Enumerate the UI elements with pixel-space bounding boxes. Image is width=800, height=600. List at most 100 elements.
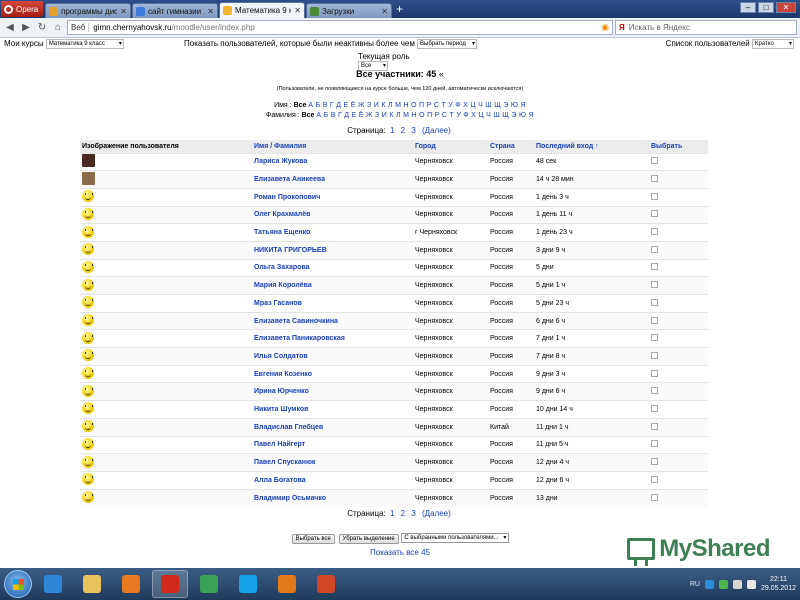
collapse-arrow-icon[interactable]: «	[439, 69, 444, 79]
smiley-avatar-icon[interactable]	[82, 243, 94, 256]
user-name-link[interactable]: Павел Найгерт	[252, 435, 413, 454]
select-checkbox[interactable]	[651, 210, 658, 218]
select-checkbox[interactable]	[651, 369, 658, 377]
new-tab-button[interactable]: +	[396, 3, 408, 16]
deselect-all-button[interactable]: Убрать выделение	[338, 533, 399, 544]
smiley-avatar-icon[interactable]	[82, 349, 94, 362]
user-name-link[interactable]: Елизавета Савиночкина	[252, 311, 413, 330]
user-name-link[interactable]: НИКИТА ГРИГОРЬЕВ	[252, 240, 413, 260]
smiley-avatar-icon[interactable]	[82, 207, 94, 220]
user-name-link[interactable]: Владимир Осьмачко	[252, 488, 413, 507]
taskbar-app[interactable]	[308, 570, 344, 598]
maximize-button[interactable]: □	[758, 2, 774, 13]
language-indicator[interactable]: RU	[690, 581, 700, 588]
smiley-avatar-icon[interactable]	[82, 190, 94, 203]
header-city[interactable]: Город	[413, 140, 488, 153]
select-checkbox[interactable]	[651, 316, 658, 324]
page-link-2[interactable]: 2	[401, 509, 405, 518]
user-name-link[interactable]: Лариса Жукова	[252, 152, 413, 171]
browser-tab-3[interactable]: Математика 9 кла...✕	[219, 2, 305, 18]
smiley-avatar-icon[interactable]	[82, 367, 94, 380]
select-checkbox[interactable]	[651, 298, 658, 306]
taskbar-app[interactable]	[152, 570, 188, 598]
feed-icon[interactable]: ◉	[601, 22, 609, 33]
user-name-link[interactable]: Ольга Захарова	[252, 258, 413, 277]
select-checkbox[interactable]	[651, 175, 658, 183]
user-name-link[interactable]: Мраз Гасанов	[252, 294, 413, 313]
search-input[interactable]: Я Искать в Яндекс	[615, 20, 797, 35]
smiley-avatar-icon[interactable]	[82, 314, 94, 327]
minimize-button[interactable]: –	[740, 2, 756, 13]
page-next-link[interactable]: (Далее)	[422, 509, 451, 518]
user-name-link[interactable]: Олег Крахмалёв	[252, 205, 413, 224]
last-name-all[interactable]: Все	[302, 112, 315, 119]
header-country[interactable]: Страна	[488, 140, 534, 153]
my-courses-select[interactable]: Математика 9 класс	[45, 39, 124, 49]
select-checkbox[interactable]	[651, 263, 658, 271]
taskbar-app[interactable]	[74, 570, 110, 598]
smiley-avatar-icon[interactable]	[82, 278, 94, 291]
smiley-avatar-icon[interactable]	[82, 384, 94, 397]
tab-close-icon[interactable]: ✕	[207, 7, 214, 16]
select-checkbox[interactable]	[651, 440, 658, 448]
select-checkbox[interactable]	[651, 192, 658, 200]
smiley-avatar-icon[interactable]	[82, 260, 94, 273]
smiley-avatar-icon[interactable]	[82, 420, 94, 433]
select-checkbox[interactable]	[651, 475, 658, 483]
url-field[interactable]: Веб gimn.chernyahovsk.ru/moodle/user/ind…	[67, 20, 613, 35]
page-link-2[interactable]: 2	[401, 126, 405, 135]
smiley-avatar-icon[interactable]	[82, 402, 94, 415]
smiley-avatar-icon[interactable]	[82, 455, 94, 468]
taskbar-app[interactable]	[113, 570, 149, 598]
page-link-3[interactable]: 3	[411, 126, 415, 135]
last-name-letters[interactable]: А Б В Г Д Е Ё Ж З И К Л М Н О П Р С Т У …	[316, 112, 534, 119]
clock[interactable]: 22:11 29.05.2012	[761, 575, 796, 593]
smiley-avatar-icon[interactable]	[82, 491, 94, 504]
browser-tab-4[interactable]: Загрузки ✕	[306, 3, 392, 18]
page-link-1[interactable]: 1	[390, 126, 394, 135]
bluetooth-icon[interactable]	[704, 579, 714, 589]
page-link-1[interactable]: 1	[390, 509, 394, 518]
browser-tab-1[interactable]: программы дист...✕	[45, 3, 131, 18]
select-checkbox[interactable]	[651, 351, 658, 359]
header-name[interactable]: Имя / Фамилия	[252, 140, 413, 153]
user-list-mode-select[interactable]: Кратко	[752, 39, 794, 49]
user-name-link[interactable]: Мария Королёва	[252, 276, 413, 295]
user-name-link[interactable]: Алла Богатова	[252, 470, 413, 490]
start-button[interactable]	[4, 570, 32, 598]
select-checkbox[interactable]	[651, 281, 658, 289]
opera-menu-button[interactable]: Opera	[1, 1, 43, 17]
smiley-avatar-icon[interactable]	[82, 331, 94, 344]
user-name-link[interactable]: Татьяна Ещенко	[252, 223, 413, 242]
select-checkbox[interactable]	[651, 387, 658, 395]
browser-tab-2[interactable]: сайт гимназии 2 ...✕	[132, 3, 218, 18]
tab-close-icon[interactable]: ✕	[120, 7, 127, 16]
taskbar-app[interactable]	[191, 570, 227, 598]
user-name-link[interactable]: Роман Прокопович	[252, 187, 413, 207]
select-checkbox[interactable]	[651, 228, 658, 236]
user-name-link[interactable]: Елизавета Паникаровская	[252, 329, 413, 348]
tray-app-icon[interactable]	[718, 579, 728, 589]
home-icon[interactable]: ⌂	[51, 21, 65, 35]
smiley-avatar-icon[interactable]	[82, 296, 94, 309]
volume-icon[interactable]	[746, 579, 756, 589]
select-checkbox[interactable]	[651, 245, 658, 253]
tab-close-icon[interactable]: ✕	[381, 7, 388, 16]
page-link-3[interactable]: 3	[411, 509, 415, 518]
user-name-link[interactable]: Елизавета Аникеева	[252, 170, 413, 189]
user-name-link[interactable]: Илья Солдатов	[252, 347, 413, 366]
select-all-button[interactable]: Выбрать все	[291, 533, 335, 544]
taskbar-app[interactable]	[230, 570, 266, 598]
inactive-period-select[interactable]: Выбрать период	[417, 39, 478, 49]
user-name-link[interactable]: Евгения Козенко	[252, 364, 413, 383]
user-name-link[interactable]: Владислав Глебцев	[252, 417, 413, 436]
user-name-link[interactable]: Павел Спусканюк	[252, 453, 413, 472]
close-window-button[interactable]: ✕	[776, 2, 796, 13]
header-last-access[interactable]: Последний вход ↑	[534, 140, 649, 153]
smiley-avatar-icon[interactable]	[82, 225, 94, 238]
select-checkbox[interactable]	[651, 404, 658, 412]
select-checkbox[interactable]	[651, 422, 658, 430]
smiley-avatar-icon[interactable]	[82, 473, 94, 486]
select-checkbox[interactable]	[651, 458, 658, 466]
user-photo-avatar[interactable]	[82, 172, 95, 186]
